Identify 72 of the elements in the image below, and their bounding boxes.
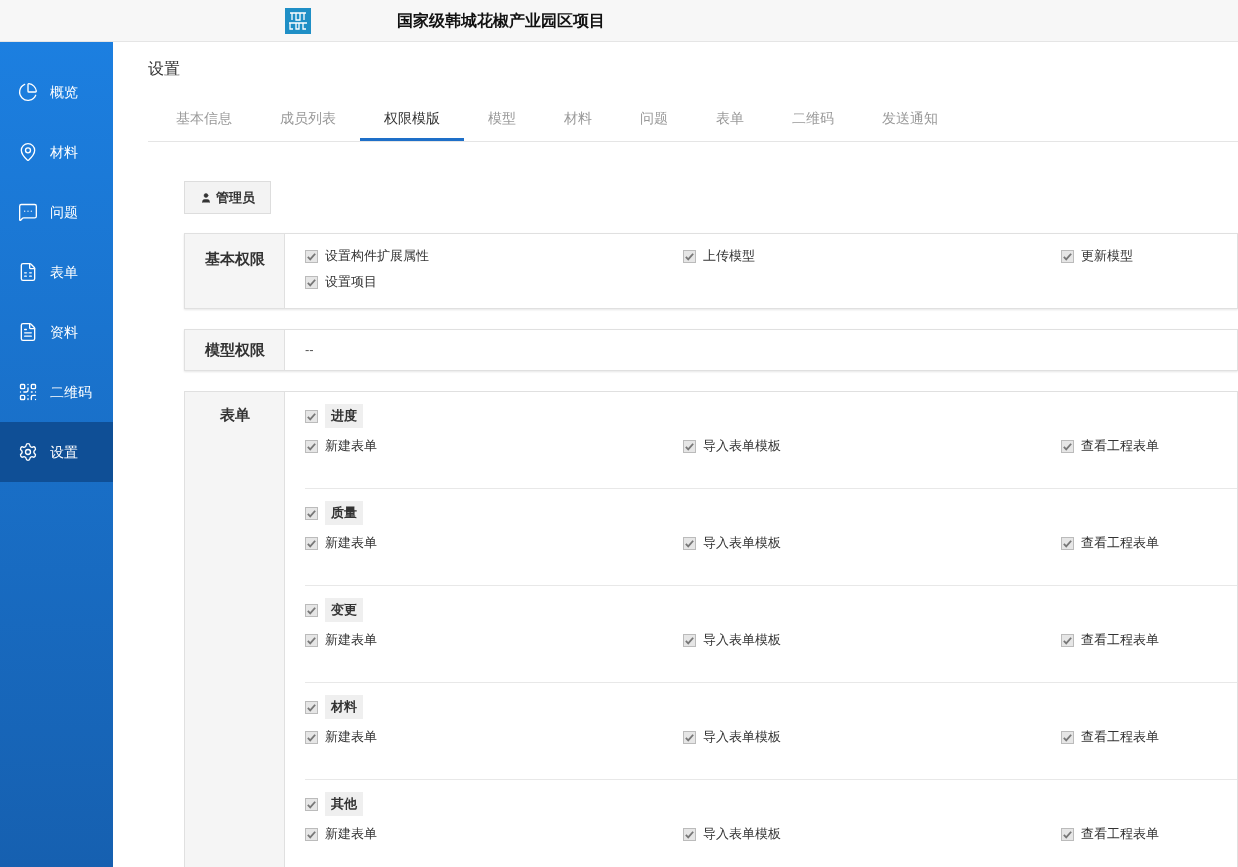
checkbox[interactable] [1061,633,1074,647]
map-pin-icon [18,142,38,162]
checkbox[interactable] [683,249,696,263]
checkbox[interactable] [305,603,318,617]
checkbox[interactable] [683,536,696,550]
permission-checkbox[interactable]: 新建表单 [305,824,683,844]
permission-checkbox[interactable]: 导入表单模板 [683,727,1061,747]
checkbox[interactable] [305,827,318,841]
checkbox[interactable] [305,275,318,289]
admin-role-button[interactable]: 管理员 [184,181,271,214]
checkbox[interactable] [305,249,318,263]
pie-chart-icon [18,82,38,102]
permission-checkbox[interactable]: 导入表单模板 [683,533,1061,553]
user-icon [200,191,212,204]
checkbox[interactable] [1061,439,1074,453]
permission-checkbox[interactable]: 新建表单 [305,436,683,456]
sidebar-item[interactable]: 二维码 [0,362,113,422]
qr-code-icon [18,382,38,402]
logo-icon [285,7,311,34]
sidebar-item[interactable]: 资料 [0,302,113,362]
sidebar-item[interactable]: 概览 [0,62,113,122]
group-name: 进度 [325,404,363,428]
group-name: 质量 [325,501,363,525]
checkbox[interactable] [305,730,318,744]
section-label: 模型权限 [185,330,285,370]
sidebar-item[interactable]: 问题 [0,182,113,242]
checkbox[interactable] [1061,249,1074,263]
checkbox[interactable] [683,439,696,453]
settings-icon [18,442,38,462]
permission-checkbox[interactable]: 查看工程表单 [1061,533,1237,553]
checkbox[interactable] [305,633,318,647]
permission-checkbox[interactable]: 查看工程表单 [1061,824,1237,844]
checkbox[interactable] [305,536,318,550]
group-name: 材料 [325,695,363,719]
checkbox[interactable] [683,827,696,841]
permission-checkbox[interactable]: 设置构件扩展属性 [305,246,683,266]
permission-checkbox[interactable]: 更新模型 [1061,246,1217,266]
checkbox[interactable] [683,730,696,744]
checkbox[interactable] [305,409,318,423]
permission-checkbox[interactable]: 新建表单 [305,727,683,747]
document-icon [18,322,38,342]
checkbox[interactable] [305,439,318,453]
permission-checkbox[interactable]: 导入表单模板 [683,630,1061,650]
group-name: 其他 [325,792,363,816]
permission-checkbox[interactable]: 查看工程表单 [1061,630,1237,650]
permission-checkbox[interactable]: 上传模型 [683,246,1061,266]
page-title: 设置 [148,59,181,79]
checkbox[interactable] [683,633,696,647]
permission-checkbox[interactable]: 导入表单模板 [683,824,1061,844]
permission-checkbox[interactable]: 查看工程表单 [1061,436,1237,456]
checkbox[interactable] [1061,827,1074,841]
checkbox[interactable] [305,797,318,811]
permission-checkbox[interactable]: 查看工程表单 [1061,727,1237,747]
section-label: 表单 [185,392,285,867]
sidebar-item[interactable]: 材料 [0,122,113,182]
group-name: 变更 [325,598,363,622]
project-title: 国家级韩城花椒产业园区项目 [397,10,605,31]
permission-checkbox[interactable]: 导入表单模板 [683,436,1061,456]
sidebar-item[interactable]: 设置 [0,422,113,482]
sidebar-item[interactable]: 表单 [0,242,113,302]
checkbox[interactable] [1061,730,1074,744]
permission-checkbox[interactable]: 新建表单 [305,630,683,650]
permission-checkbox[interactable]: 设置项目 [305,272,683,292]
spreadsheet-file-icon [18,262,38,282]
tab[interactable]: 权限模版 [360,99,464,141]
checkbox[interactable] [1061,536,1074,550]
chat-bubble-icon [18,202,38,222]
permission-checkbox[interactable]: 新建表单 [305,533,683,553]
checkbox[interactable] [305,506,318,520]
empty-value: -- [305,341,314,360]
checkbox[interactable] [305,700,318,714]
section-label: 基本权限 [185,234,285,308]
